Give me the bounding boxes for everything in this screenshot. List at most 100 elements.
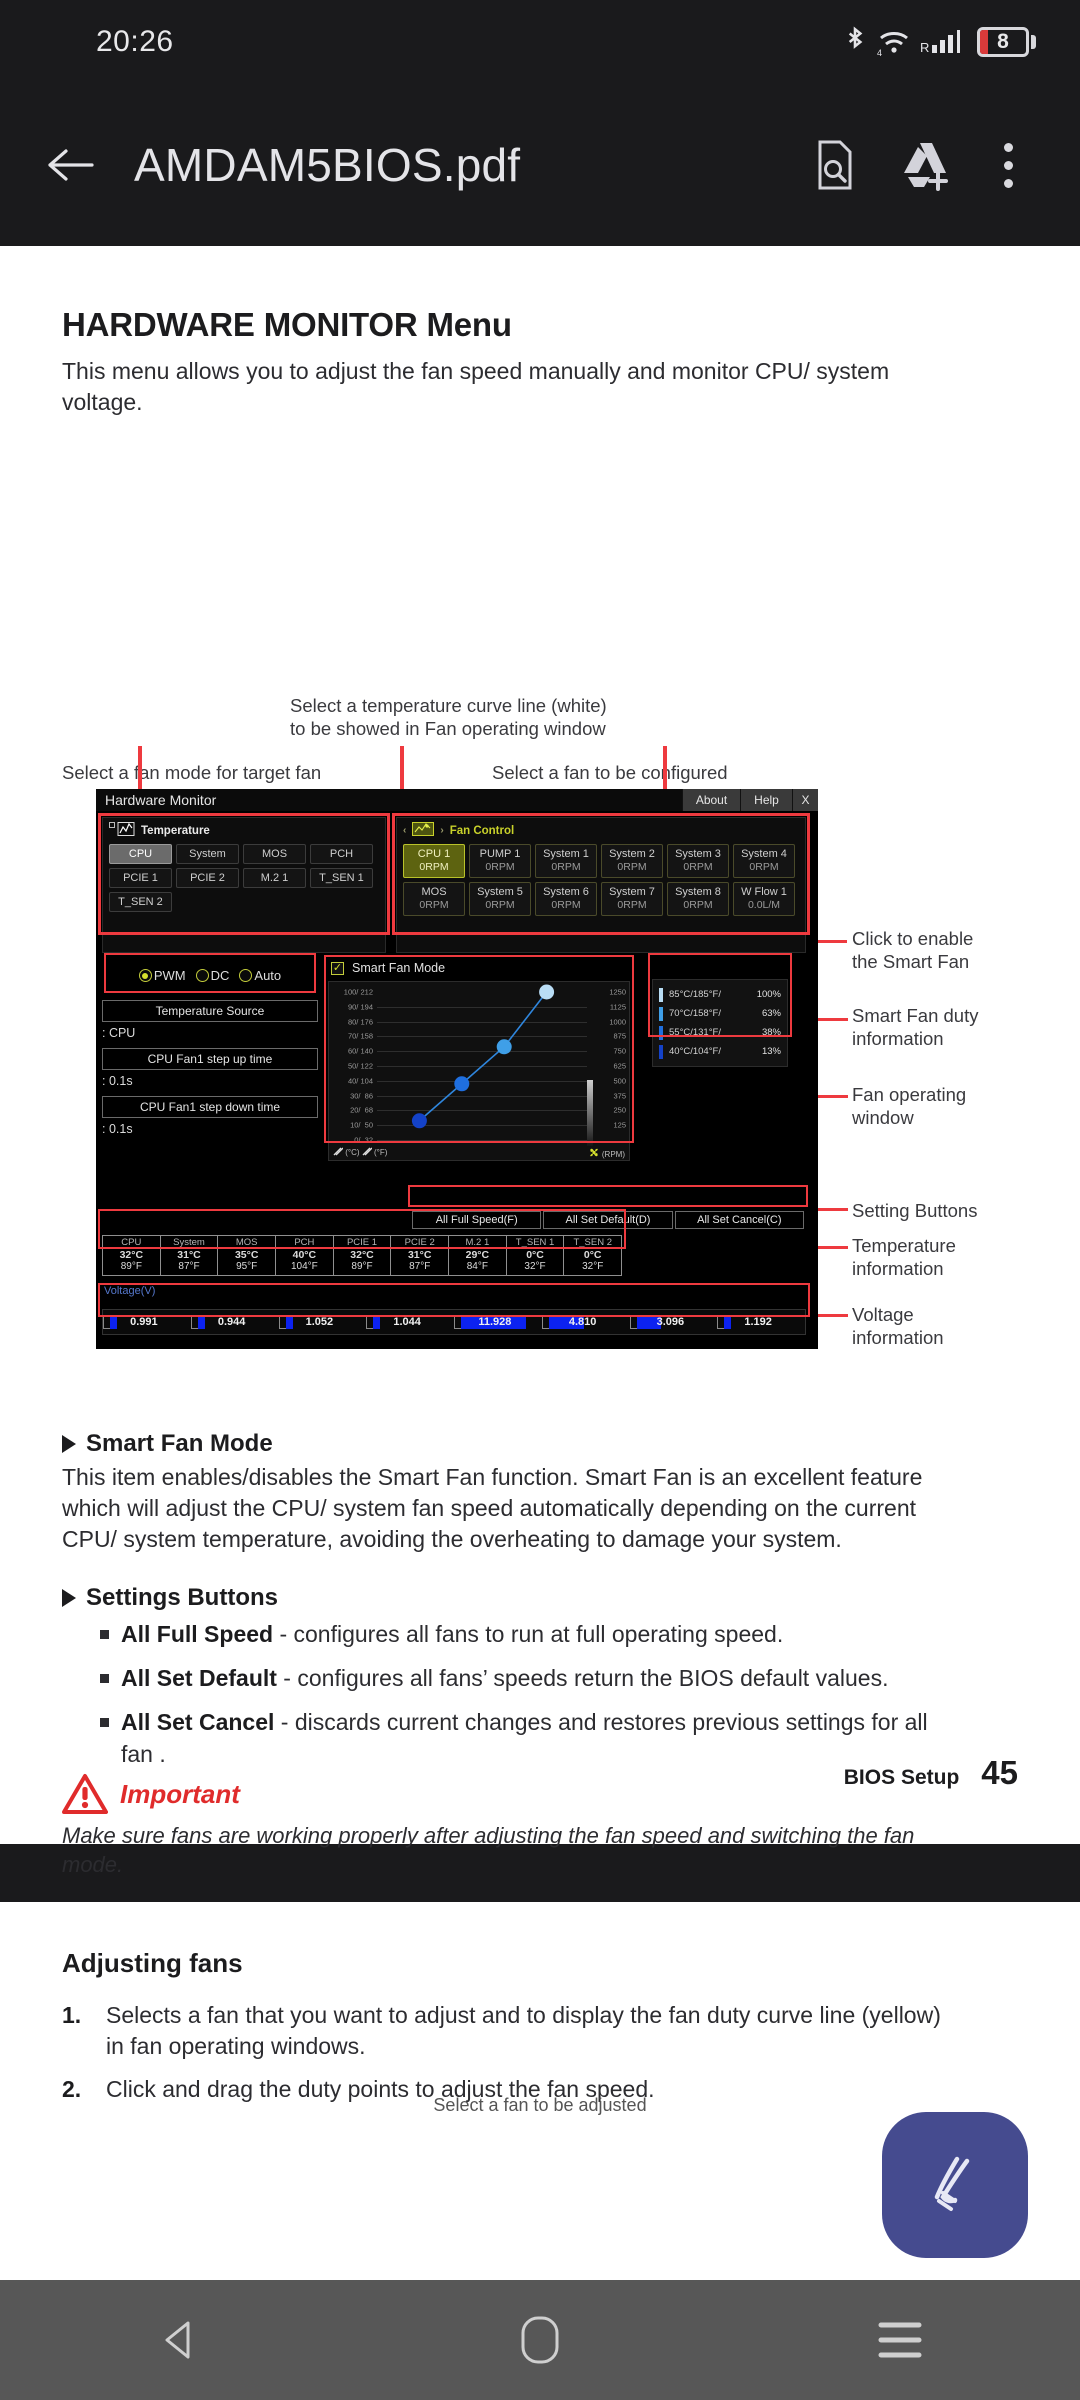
callout-smart-fan-enable: Click to enable the Smart Fan xyxy=(852,928,974,972)
file-title: AMDAM5BIOS.pdf xyxy=(134,139,521,191)
nav-home-button[interactable] xyxy=(440,2280,640,2400)
duty-row: 55°C/131°F/38% xyxy=(657,1023,783,1042)
temperature-panel: Temperature CPU System MOS PCH PCIE 1 PCIE 2M… xyxy=(102,817,386,953)
temperature-chip[interactable]: PCIE 1 xyxy=(109,868,172,888)
callout-curve-line: Select a temperature curve line (white) … xyxy=(290,695,607,739)
temperature-cell: T_SEN 1 0°C 32°F xyxy=(507,1236,565,1275)
square-bullet-icon xyxy=(100,1674,109,1683)
step-down-time-setting[interactable]: CPU Fan1 step down time : 0.1s xyxy=(102,1096,318,1136)
pdf-page-46: Adjusting fans 1. Selects a fan that you… xyxy=(0,1902,1080,2122)
duty-row: 70°C/158°F/63% xyxy=(657,1004,783,1023)
fan-mode-option[interactable]: Auto xyxy=(239,968,281,983)
temperature-chip[interactable]: T_SEN 2 xyxy=(109,892,172,912)
wifi-icon: 4 xyxy=(877,27,911,57)
list-item-text: All Set Default - configures all fans’ s… xyxy=(121,1665,889,1691)
fan-chip[interactable]: System 6 0RPM xyxy=(535,882,597,916)
settings-buttons-list: All Full Speed - configures all fans to … xyxy=(62,1618,962,1770)
radio-icon[interactable] xyxy=(138,969,152,982)
fan-mode-option[interactable]: DC xyxy=(195,968,229,983)
duty-point[interactable] xyxy=(539,984,555,1000)
temperature-chip[interactable]: MOS xyxy=(243,844,306,864)
status-clock: 20:26 xyxy=(96,25,174,58)
all-full-speed-button[interactable]: All Full Speed(F) xyxy=(412,1211,542,1229)
temperature-chip[interactable]: T_SEN 1 xyxy=(310,868,373,888)
nav-recents-button[interactable] xyxy=(800,2280,1000,2400)
duty-point[interactable] xyxy=(454,1076,470,1092)
radio-icon[interactable] xyxy=(239,969,253,982)
voltage-cell: 1.044 xyxy=(366,1310,454,1334)
svg-text:4: 4 xyxy=(877,48,882,57)
fan-chip[interactable]: System 2 0RPM xyxy=(601,844,663,878)
callout-fan-window: Fan operating window xyxy=(852,1084,967,1128)
temperature-source-label[interactable]: Temperature Source xyxy=(102,1000,318,1022)
app-toolbar: AMDAM5BIOS.pdf xyxy=(0,84,1080,246)
fan-chip[interactable]: System 8 0RPM xyxy=(667,882,729,916)
voltage-section-label: Voltage(V) xyxy=(104,1285,156,1297)
temperature-chip[interactable]: System xyxy=(176,844,239,864)
temperature-source-value: : CPU xyxy=(102,1026,136,1040)
fan-chip[interactable]: System 3 0RPM xyxy=(667,844,729,878)
all-set-default-button[interactable]: All Set Default(D) xyxy=(543,1211,673,1229)
checkbox-icon[interactable]: ✓ xyxy=(331,961,344,975)
android-navigation-bar xyxy=(0,2280,1080,2400)
fan-curve xyxy=(411,984,555,1129)
important-header: Important xyxy=(62,1773,962,1815)
rpm-slider[interactable] xyxy=(587,1080,593,1146)
callout-voltage-info: Voltage information xyxy=(852,1304,944,1348)
fan-duty-chart[interactable]: 100/ 212 1250 90/ 194 1125 80/ 176 1000 70/ 15… xyxy=(329,982,629,1160)
duty-point[interactable] xyxy=(496,1039,512,1055)
fan-control-panel-header: ‹ › Fan Control xyxy=(397,818,805,841)
back-button[interactable] xyxy=(44,146,118,184)
signal-icon: R xyxy=(920,27,968,57)
bios-about-button[interactable]: About xyxy=(682,789,740,811)
step-up-time-label[interactable]: CPU Fan1 step up time xyxy=(102,1048,318,1070)
step-down-time-value: : 0.1s xyxy=(102,1122,133,1136)
adjusting-fans-title: Adjusting fans xyxy=(62,1948,243,1978)
temperature-chip[interactable]: CPU xyxy=(109,844,172,864)
all-set-cancel-button[interactable]: All Set Cancel(C) xyxy=(674,1211,804,1229)
svg-text:R: R xyxy=(920,40,929,55)
fan-chip[interactable]: W Flow 1 0.0L/M xyxy=(733,882,795,916)
bios-close-button[interactable]: X xyxy=(792,789,818,811)
temperature-cell: System 31°C 87°F xyxy=(161,1236,219,1275)
fan-chip[interactable]: System 5 0RPM xyxy=(469,882,531,916)
annotate-fab-button[interactable] xyxy=(882,2112,1028,2258)
document-search-icon[interactable] xyxy=(788,139,880,191)
fan-chip[interactable]: System 1 0RPM xyxy=(535,844,597,878)
drive-add-icon[interactable] xyxy=(880,139,972,191)
temperature-source-setting[interactable]: Temperature Source : CPU xyxy=(102,1000,318,1040)
fan-chip[interactable]: System 7 0RPM xyxy=(601,882,663,916)
temperature-chip[interactable]: PCIE 2 xyxy=(176,868,239,888)
smart-fan-mode-toggle[interactable]: ✓ Smart Fan Mode xyxy=(331,961,445,975)
leader-line-fan-config xyxy=(663,746,667,790)
fan-operating-window[interactable]: 100/ 212 1250 90/ 194 1125 80/ 176 1000 70/ 15… xyxy=(328,981,630,1161)
smart-fan-mode-body: This item enables/disables the Smart Fan… xyxy=(62,1464,923,1552)
fan-chip[interactable]: CPU 1 0RPM xyxy=(403,844,465,878)
temperature-cell: M.2 1 29°C 84°F xyxy=(449,1236,507,1275)
fan-chip[interactable]: System 4 0RPM xyxy=(733,844,795,878)
overflow-menu-icon[interactable] xyxy=(972,142,1044,188)
nav-back-button[interactable] xyxy=(80,2280,280,2400)
page-title: HARDWARE MONITOR Menu xyxy=(62,306,512,343)
temperature-chip[interactable]: M.2 1 xyxy=(243,868,306,888)
temperature-chip[interactable]: PCH xyxy=(310,844,373,864)
settings-buttons-heading: Settings Buttons xyxy=(86,1584,278,1611)
fan-mode-radio-group: PWM DC Auto xyxy=(102,959,318,992)
fan-mode-option[interactable]: PWM xyxy=(138,968,186,983)
fan-chip[interactable]: PUMP 1 0RPM xyxy=(469,844,531,878)
chart-axis-captions: (°C) (°F) (RPM) xyxy=(333,1147,625,1159)
duty-point[interactable] xyxy=(411,1113,427,1129)
status-icon-tray: 4 R 8 xyxy=(842,26,1036,58)
important-text: Make sure fans are working properly afte… xyxy=(62,1823,915,1877)
list-item: All Set Cancel - discards current change… xyxy=(62,1706,962,1770)
important-note: Important Make sure fans are working pro… xyxy=(62,1773,962,1879)
step-down-time-label[interactable]: CPU Fan1 step down time xyxy=(102,1096,318,1118)
bios-help-button[interactable]: Help xyxy=(740,789,792,811)
fan-chip[interactable]: MOS 0RPM xyxy=(403,882,465,916)
step-up-time-setting[interactable]: CPU Fan1 step up time : 0.1s xyxy=(102,1048,318,1088)
bios-screenshot: Hardware Monitor About Help X Temperatur… xyxy=(96,789,818,1349)
bios-window-body: Temperature CPU System MOS PCH PCIE 1 PCIE 2M… xyxy=(96,811,818,1349)
duty-color-swatch xyxy=(659,1006,663,1021)
duty-row: 40°C/104°F/13% xyxy=(657,1042,783,1061)
radio-icon[interactable] xyxy=(195,969,209,982)
